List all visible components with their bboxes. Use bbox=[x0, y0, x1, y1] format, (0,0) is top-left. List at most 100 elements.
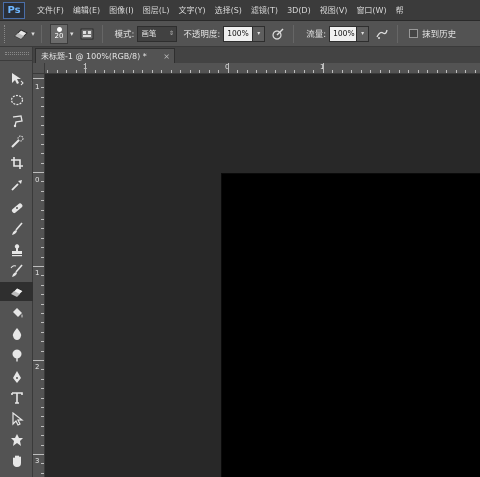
menu-image[interactable]: 图像(I) bbox=[109, 5, 134, 16]
mode-label: 模式: bbox=[114, 29, 135, 40]
healing-brush-tool[interactable] bbox=[0, 198, 33, 217]
type-icon bbox=[10, 391, 23, 404]
menu-window[interactable]: 窗口(W) bbox=[356, 5, 386, 16]
path-selection-tool[interactable] bbox=[0, 409, 33, 428]
ruler-tick bbox=[408, 70, 409, 73]
eyedropper-tool[interactable] bbox=[0, 175, 33, 194]
options-grip[interactable] bbox=[4, 24, 7, 43]
menu-filter[interactable]: 滤镜(T) bbox=[251, 5, 278, 16]
tool-preset-picker[interactable]: ▾ bbox=[13, 25, 35, 43]
ruler-tick bbox=[41, 134, 44, 135]
bandage-icon bbox=[11, 202, 22, 213]
pen-tool[interactable] bbox=[0, 367, 33, 386]
ruler-tick bbox=[161, 70, 162, 73]
ruler-tick bbox=[266, 70, 267, 73]
ruler-tick bbox=[66, 70, 67, 73]
flow-slider-toggle[interactable]: ▾ bbox=[357, 25, 370, 42]
menu-edit[interactable]: 编辑(E) bbox=[73, 5, 100, 16]
ruler-tick bbox=[342, 70, 343, 73]
ruler-tick bbox=[247, 70, 248, 73]
ruler-tick bbox=[41, 97, 44, 98]
clone-stamp-tool[interactable] bbox=[0, 240, 33, 259]
chevron-down-icon[interactable]: ▾ bbox=[70, 30, 74, 38]
airbrush-icon bbox=[376, 29, 388, 39]
menu-help[interactable]: 帮 bbox=[396, 5, 404, 16]
ruler-tick bbox=[351, 70, 352, 73]
horizontal-ruler[interactable]: 1 0 1 bbox=[45, 63, 480, 74]
ruler-tick bbox=[427, 70, 428, 73]
ruler-tick bbox=[33, 172, 44, 173]
options-divider bbox=[293, 24, 295, 43]
close-icon[interactable]: × bbox=[163, 52, 170, 61]
options-divider bbox=[101, 24, 103, 43]
brush-size-value: 20 bbox=[54, 32, 64, 40]
hand-tool[interactable] bbox=[0, 451, 33, 470]
panel-grip bbox=[5, 52, 29, 55]
opacity-slider-toggle[interactable]: ▾ bbox=[253, 25, 266, 42]
paint-bucket-tool[interactable] bbox=[0, 303, 33, 322]
menu-view[interactable]: 视图(V) bbox=[320, 5, 348, 16]
ruler-origin[interactable] bbox=[33, 63, 45, 74]
document-tab[interactable]: 未标题-1 @ 100%(RGB/8) * × bbox=[35, 48, 175, 63]
ruler-tick bbox=[41, 473, 44, 474]
vertical-ruler[interactable]: 1 0 1 2 3 bbox=[33, 74, 45, 477]
ruler-tick bbox=[41, 379, 44, 380]
eraser-icon bbox=[14, 29, 28, 39]
crop-icon bbox=[10, 156, 23, 169]
marquee-tool[interactable] bbox=[0, 90, 33, 109]
elliptical-marquee-icon bbox=[10, 94, 23, 105]
move-tool[interactable] bbox=[0, 69, 33, 88]
menu-layer[interactable]: 图层(L) bbox=[143, 5, 170, 16]
dodge-tool[interactable] bbox=[0, 345, 33, 364]
type-tool[interactable] bbox=[0, 388, 33, 407]
ruler-tick bbox=[41, 445, 44, 446]
canvas-workspace[interactable] bbox=[46, 75, 480, 477]
quick-selection-tool[interactable] bbox=[0, 132, 33, 151]
ruler-tick bbox=[47, 70, 48, 73]
move-icon bbox=[11, 72, 24, 85]
menu-select[interactable]: 选择(S) bbox=[215, 5, 242, 16]
options-bar: ▾ 20 ▾ 模式: 画笔 ⇕ 不透明度: 100% ▾ 流量: 100% ▾ … bbox=[0, 21, 480, 47]
menu-3d[interactable]: 3D(D) bbox=[287, 6, 311, 15]
ruler-tick bbox=[152, 70, 153, 73]
menu-type[interactable]: 文字(Y) bbox=[178, 5, 205, 16]
blur-tool[interactable] bbox=[0, 324, 33, 343]
document-canvas[interactable] bbox=[221, 173, 480, 477]
erase-to-history-checkbox[interactable] bbox=[409, 29, 419, 38]
options-divider bbox=[397, 24, 399, 43]
ruler-tick bbox=[41, 200, 44, 201]
ruler-tick bbox=[41, 106, 44, 107]
ruler-tick bbox=[380, 70, 381, 73]
lasso-tool[interactable] bbox=[0, 111, 33, 130]
opacity-field[interactable]: 100% bbox=[223, 25, 254, 42]
updown-arrows-icon: ⇕ bbox=[168, 30, 174, 37]
tools-panel bbox=[0, 47, 33, 477]
ruler-tick bbox=[41, 369, 44, 370]
history-brush-tool[interactable] bbox=[0, 261, 33, 280]
ruler-tick bbox=[41, 332, 44, 333]
flow-field[interactable]: 100% bbox=[329, 25, 358, 42]
brush-picker[interactable]: 20 bbox=[50, 23, 68, 44]
brush-panel-button[interactable] bbox=[78, 25, 96, 43]
brush-tool[interactable] bbox=[0, 219, 33, 238]
ruler-tick bbox=[465, 70, 466, 73]
mode-select[interactable]: 画笔 ⇕ bbox=[137, 25, 178, 42]
ruler-tick bbox=[228, 63, 229, 73]
ruler-tick bbox=[475, 70, 476, 73]
lasso-icon bbox=[12, 114, 23, 127]
ruler-tick bbox=[256, 70, 257, 73]
airbrush-button[interactable] bbox=[373, 25, 391, 43]
document-tab-bar: 未标题-1 @ 100%(RGB/8) * × bbox=[33, 47, 480, 63]
ruler-tick bbox=[285, 70, 286, 73]
ruler-tick bbox=[41, 322, 44, 323]
crop-tool[interactable] bbox=[0, 153, 33, 172]
pressure-opacity-button[interactable] bbox=[269, 25, 287, 43]
shape-tool[interactable] bbox=[0, 430, 33, 449]
vruler-label: 3 bbox=[35, 457, 40, 465]
history-brush-icon bbox=[10, 263, 23, 277]
menu-file[interactable]: 文件(F) bbox=[37, 5, 64, 16]
tools-panel-header[interactable] bbox=[0, 47, 32, 61]
ruler-tick bbox=[41, 87, 44, 88]
eraser-tool[interactable] bbox=[0, 282, 33, 301]
ruler-tick bbox=[41, 191, 44, 192]
